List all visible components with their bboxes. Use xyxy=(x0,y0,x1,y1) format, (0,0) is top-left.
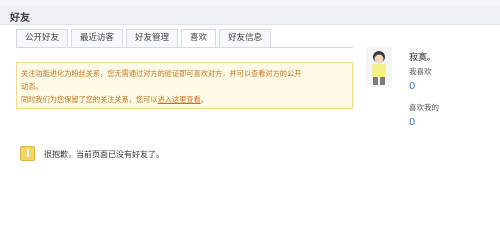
tab-bar: 公开好友 最近访客 好友管理 喜欢 好友信息 xyxy=(16,29,272,48)
empty-message: 很抱歉，当前页面已没有好友了。 xyxy=(44,150,164,159)
notice-line-2: 动态。 xyxy=(21,82,43,91)
likes-me-label: 喜欢我的 xyxy=(409,103,439,112)
top-strip xyxy=(0,0,500,7)
notice-line-1: 关注功能进化为粉丝关系，您无需通过对方的验证即可喜欢对方，并可以查看对方的公开 xyxy=(21,69,302,78)
avatar-image xyxy=(366,47,392,87)
profile-name[interactable]: 寂寞。 xyxy=(409,50,436,63)
likes-me-count[interactable]: 0 xyxy=(409,117,415,128)
view-here-link[interactable]: 进入这里查看 xyxy=(158,95,201,104)
tab-divider xyxy=(16,47,353,48)
notice-line-3: 同时我们为您保留了您的关注关系，您可以进入这里查看。 xyxy=(21,93,348,106)
tab-public-friends[interactable]: 公开好友 xyxy=(16,29,69,47)
i-like-count[interactable]: 0 xyxy=(409,81,415,92)
page-title: 好友 xyxy=(10,13,30,24)
tab-likes[interactable]: 喜欢 xyxy=(181,29,217,48)
notice-box: 关注功能进化为粉丝关系，您无需通过对方的验证即可喜欢对方，并可以查看对方的公开 … xyxy=(16,62,353,109)
page-header: 好友 xyxy=(0,7,500,25)
i-like-label: 我喜欢 xyxy=(409,67,432,76)
tab-friend-management[interactable]: 好友管理 xyxy=(126,29,179,47)
tab-friend-info[interactable]: 好友信息 xyxy=(219,29,272,47)
notice-line-3-suffix: 。 xyxy=(200,95,208,104)
alert-icon xyxy=(20,146,35,161)
notice-line-3-prefix: 同时我们为您保留了您的关注关系，您可以 xyxy=(21,95,158,104)
tab-recent-visitors[interactable]: 最近访客 xyxy=(71,29,124,47)
avatar[interactable] xyxy=(366,47,392,87)
